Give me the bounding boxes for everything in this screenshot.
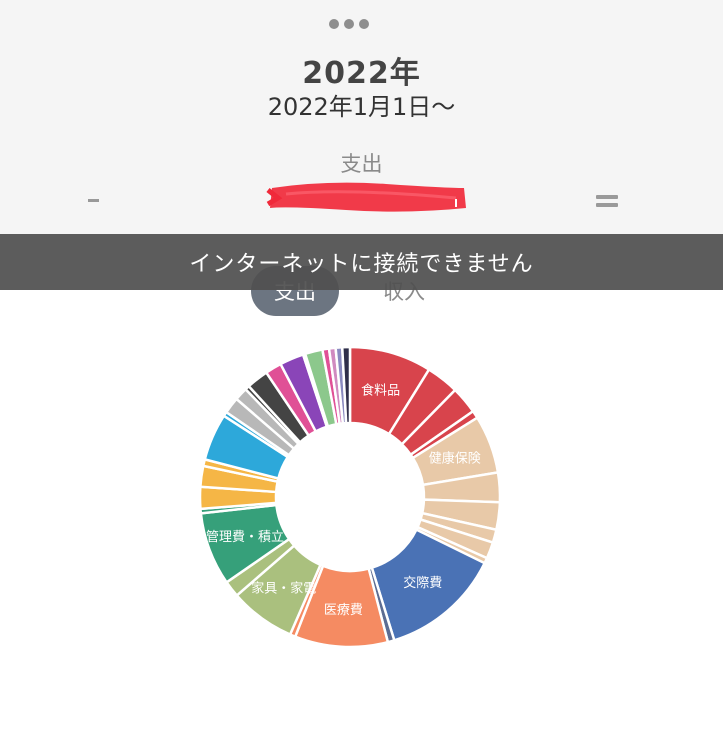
slice-label: 管理費・積立 [206, 530, 284, 545]
minus-icon [87, 198, 99, 202]
offline-toast: インターネットに接続できません [0, 234, 723, 290]
slice-label: 家具・家電 [251, 580, 316, 596]
redacted-amount [266, 182, 466, 212]
equals-bar-top [596, 195, 618, 199]
more-dot [359, 19, 369, 29]
summary-header: 2022年 2022年1月1日〜 支出 [0, 0, 723, 234]
slice-label: 食料品 [361, 382, 400, 398]
type-label: 支出 [340, 152, 383, 176]
date-range[interactable]: 2022年1月1日〜 [0, 87, 723, 122]
slice-label: 医療費 [324, 603, 363, 618]
more-dot [329, 19, 339, 29]
equals-bar-bottom [596, 203, 618, 207]
more-options-icon[interactable] [329, 19, 369, 29]
menu-equals-icon[interactable] [594, 192, 620, 212]
more-dot [344, 19, 354, 29]
expense-donut-chart: 食料品健康保険交際費医療費家具・家電 管理費・積立 [198, 345, 502, 649]
previous-period-button[interactable] [84, 188, 102, 212]
slice-label: 交際費 [403, 575, 442, 591]
year-title: 2022年 [302, 56, 421, 91]
slice-label: 健康保険 [429, 450, 481, 466]
